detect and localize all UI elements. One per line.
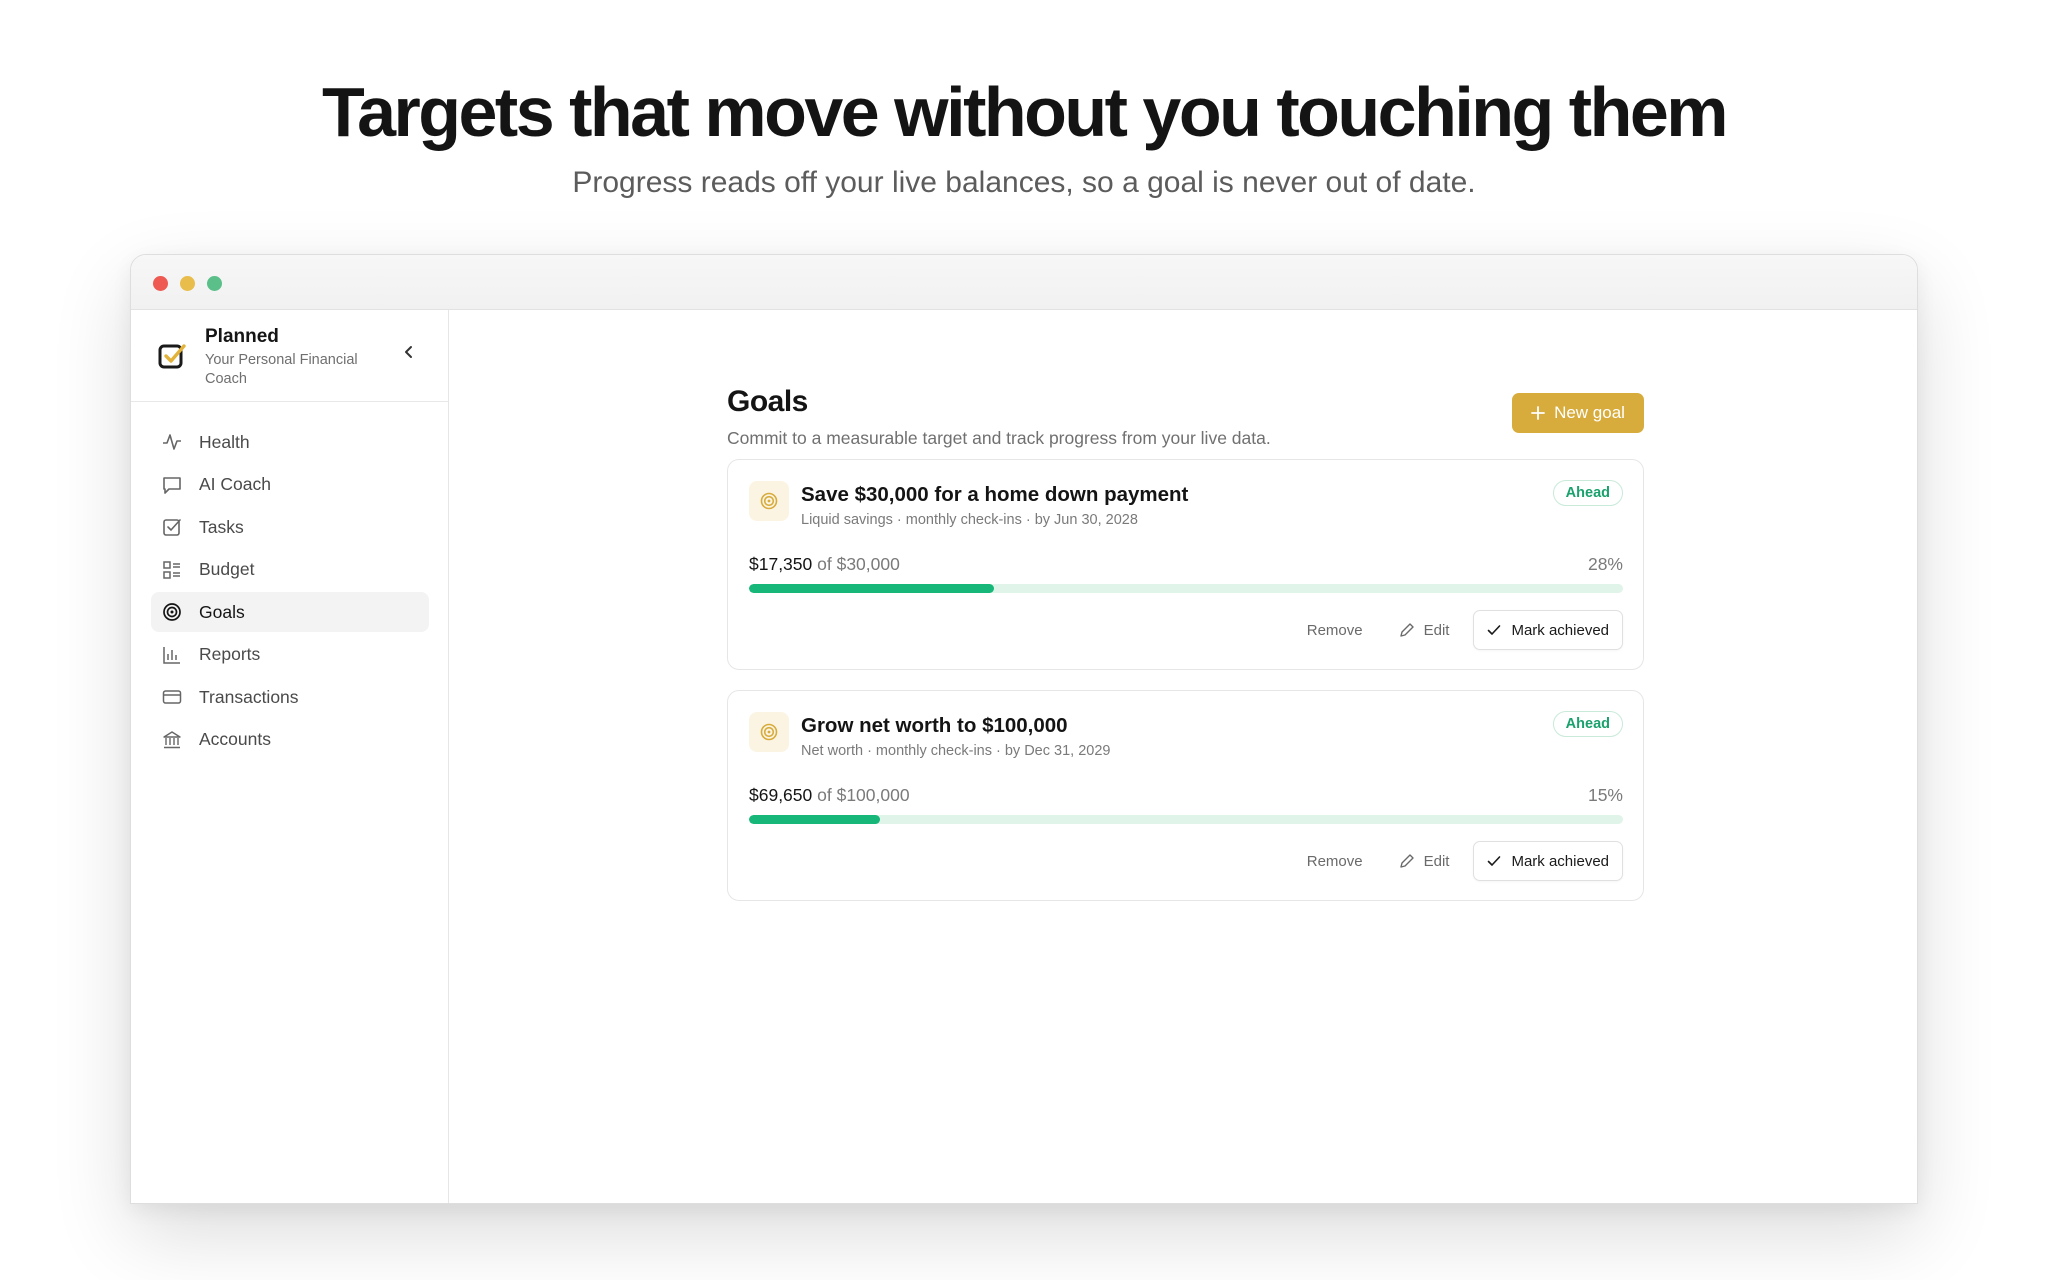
- check-icon: [1488, 856, 1501, 866]
- goal-actions: Remove Edit Mark achieved: [1289, 841, 1623, 881]
- goal-current-value: $69,650: [749, 785, 813, 805]
- sidebar-item-transactions[interactable]: Transactions: [151, 677, 429, 717]
- sidebar-item-reports[interactable]: Reports: [151, 635, 429, 675]
- sidebar-item-health[interactable]: Health: [151, 422, 429, 462]
- goal-title: Grow net worth to $100,000: [801, 714, 1068, 737]
- sidebar-item-label: AI Coach: [199, 474, 271, 494]
- remove-button[interactable]: Remove: [1289, 841, 1381, 881]
- sidebar-item-ai-coach[interactable]: AI Coach: [151, 465, 429, 505]
- progress-track: [749, 584, 1623, 593]
- pencil-icon: [1399, 623, 1414, 637]
- sidebar-item-label: Accounts: [199, 729, 271, 749]
- mark-achieved-button[interactable]: Mark achieved: [1473, 841, 1623, 881]
- goal-card: Save $30,000 for a home down payment Liq…: [727, 459, 1644, 670]
- app-window: Planned Your Personal Financial Coach He…: [130, 254, 1918, 1204]
- goal-target-icon: [749, 712, 789, 752]
- sidebar-item-tasks[interactable]: Tasks: [151, 507, 429, 547]
- goal-current-value: $17,350: [749, 554, 813, 574]
- sidebar-nav: Health AI Coach Tasks Budget Goals Repor…: [151, 422, 429, 762]
- sidebar-item-label: Budget: [199, 559, 255, 579]
- edit-label: Edit: [1423, 852, 1450, 870]
- goal-target-value: of $30,000: [812, 554, 900, 574]
- pulse-icon: [161, 431, 183, 453]
- hero-title: Targets that move without you touching t…: [322, 73, 1729, 151]
- checkbox-icon: [161, 516, 183, 538]
- mark-achieved-button[interactable]: Mark achieved: [1473, 610, 1623, 650]
- app-name: Planned: [205, 326, 279, 347]
- maximize-window-button[interactable]: [207, 276, 222, 291]
- planned-logo-icon: [158, 344, 186, 369]
- plus-icon: [1531, 406, 1545, 420]
- hero-subtitle: Progress reads off your live balances, s…: [572, 166, 1476, 199]
- sidebar-item-label: Health: [199, 431, 250, 452]
- edit-button[interactable]: Edit: [1381, 841, 1468, 881]
- sidebar-item-budget[interactable]: Budget: [151, 550, 429, 590]
- target-icon: [161, 601, 183, 623]
- progress-fill: [749, 584, 994, 593]
- goal-title: Save $30,000 for a home down payment: [801, 483, 1189, 506]
- mark-achieved-label: Mark achieved: [1511, 852, 1609, 870]
- goal-card: Grow net worth to $100,000 Net worth · m…: [727, 690, 1644, 901]
- sidebar-item-label: Transactions: [199, 686, 299, 707]
- card-icon: [161, 686, 183, 708]
- sidebar-item-label: Reports: [199, 644, 261, 664]
- status-badge: Ahead: [1552, 480, 1623, 506]
- status-badge: Ahead: [1552, 711, 1623, 737]
- edit-button[interactable]: Edit: [1381, 610, 1468, 650]
- collapse-sidebar-icon[interactable]: [399, 342, 419, 362]
- progress-fill: [749, 815, 881, 824]
- goal-meta: Liquid savings · monthly check-ins · by …: [801, 512, 1138, 528]
- sidebar-item-accounts[interactable]: Accounts: [151, 720, 429, 760]
- brand-header: Planned Your Personal Financial Coach: [131, 310, 448, 402]
- new-goal-button[interactable]: New goal: [1512, 393, 1644, 433]
- sidebar-item-label: Tasks: [199, 516, 244, 537]
- minimize-window-button[interactable]: [180, 276, 195, 291]
- bar-chart-icon: [161, 644, 183, 666]
- goal-meta: Net worth · monthly check-ins · by Dec 3…: [801, 743, 1111, 759]
- progress-track: [749, 815, 1623, 824]
- goal-target-value: of $100,000: [812, 785, 910, 805]
- mark-achieved-label: Mark achieved: [1511, 621, 1609, 639]
- goal-amount: $69,650 of $100,000: [749, 785, 910, 806]
- list-icon: [161, 559, 183, 581]
- goal-percent: 28%: [1587, 554, 1623, 574]
- main-content: Goals Commit to a measurable target and …: [449, 310, 1917, 1203]
- new-goal-label: New goal: [1554, 403, 1625, 422]
- page-subtitle: Commit to a measurable target and track …: [727, 428, 1271, 448]
- edit-label: Edit: [1423, 621, 1450, 639]
- goal-target-icon: [749, 481, 789, 521]
- window-titlebar: [131, 255, 1917, 310]
- chat-icon: [161, 474, 183, 496]
- app-tagline: Your Personal Financial Coach: [205, 352, 358, 387]
- close-window-button[interactable]: [153, 276, 168, 291]
- goal-percent: 15%: [1587, 785, 1623, 805]
- sidebar-item-label: Goals: [199, 601, 245, 622]
- goal-actions: Remove Edit Mark achieved: [1289, 610, 1623, 650]
- page-title: Goals: [727, 385, 808, 418]
- check-icon: [1488, 625, 1501, 635]
- remove-button[interactable]: Remove: [1289, 610, 1381, 650]
- pencil-icon: [1399, 854, 1414, 868]
- sidebar-item-goals[interactable]: Goals: [151, 592, 429, 632]
- goal-amount: $17,350 of $30,000: [749, 554, 900, 575]
- sidebar: Planned Your Personal Financial Coach He…: [131, 310, 449, 1203]
- bank-icon: [161, 729, 183, 751]
